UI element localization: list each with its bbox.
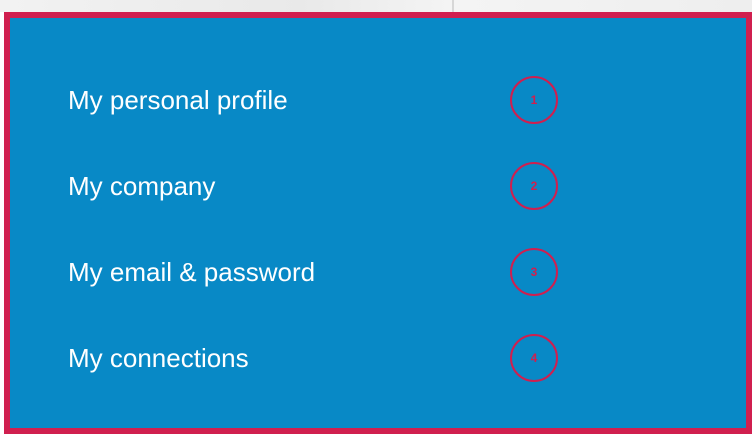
menu-item-label: My personal profile [68, 85, 288, 115]
menu-item-email-password[interactable]: My email & password 3 [68, 246, 568, 298]
step-number-badge: 3 [510, 248, 558, 296]
step-number-badge: 1 [510, 76, 558, 124]
menu-item-label: My company [68, 171, 216, 201]
step-number-badge: 2 [510, 162, 558, 210]
menu-item-personal-profile[interactable]: My personal profile 1 [68, 74, 568, 126]
menu-item-company[interactable]: My company 2 [68, 160, 568, 212]
step-number-badge: 4 [510, 334, 558, 382]
menu-item-label: My connections [68, 343, 249, 373]
menu-item-connections[interactable]: My connections 4 [68, 332, 568, 384]
account-menu-panel: My personal profile 1 My company 2 My em… [4, 12, 752, 434]
menu-item-label: My email & password [68, 257, 316, 287]
background-divider [452, 0, 454, 12]
background-strip [0, 0, 752, 12]
